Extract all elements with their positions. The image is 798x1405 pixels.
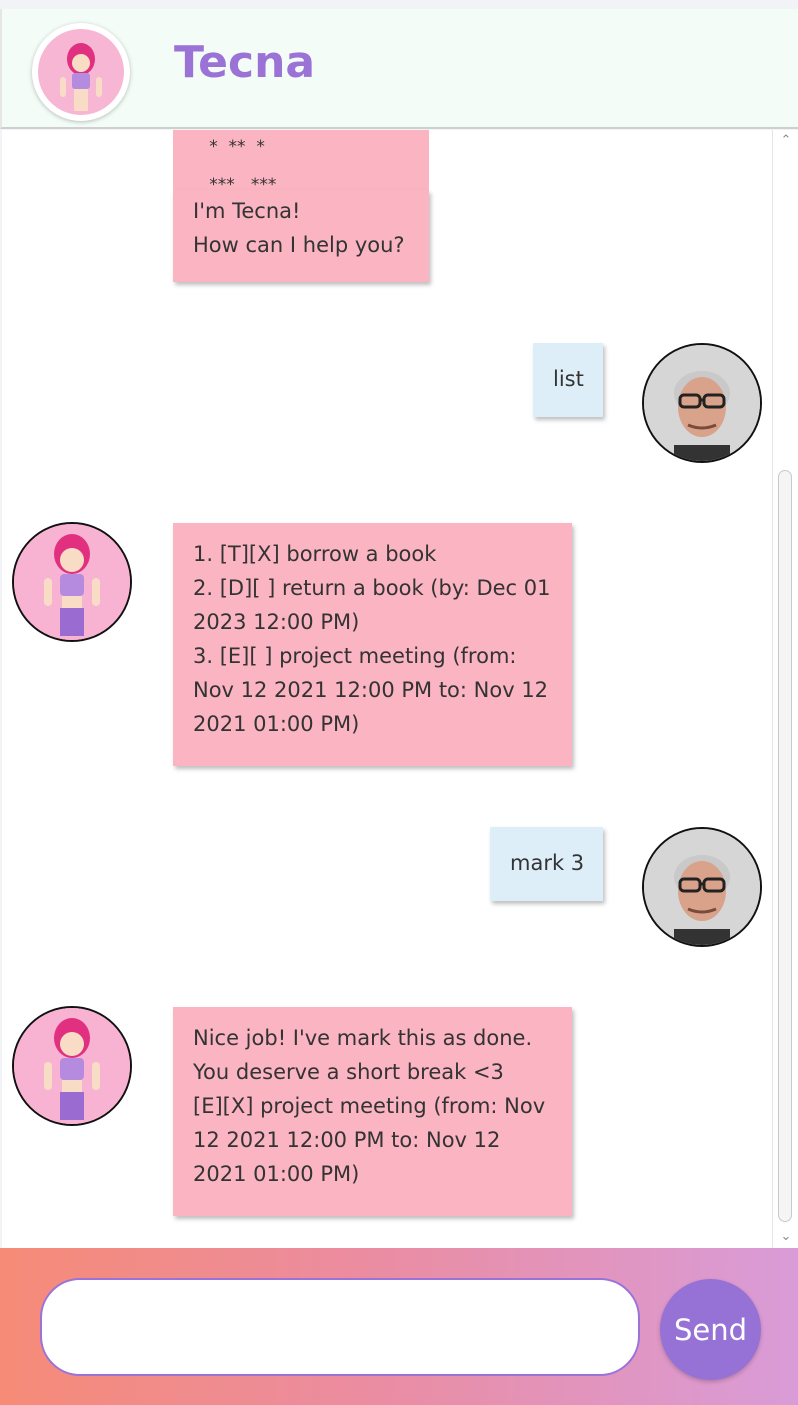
bot-message-bubble: * ** * *** ***	[173, 130, 429, 195]
send-button[interactable]: Send	[660, 1279, 761, 1380]
user-photo-avatar-icon	[642, 343, 762, 463]
bot-message-bubble: Nice job! I've mark this as done. You de…	[173, 1007, 572, 1216]
message-line: 2021 01:00 PM)	[193, 1162, 360, 1186]
fairy-avatar-icon	[12, 1006, 132, 1126]
user-message-bubble: list	[533, 343, 603, 417]
user-message-bubble: mark 3	[490, 827, 603, 901]
message-line: 12 2021 12:00 PM to: Nov 12	[193, 1128, 501, 1152]
window-top-strip	[0, 0, 798, 9]
chat-title: Tecna	[174, 37, 316, 88]
message-line: Nice job! I've mark this as done.	[193, 1026, 533, 1050]
message-line: 1. [T][X] borrow a book	[193, 542, 437, 566]
message-line: 2021 01:00 PM)	[193, 712, 360, 736]
message-line: How can I help you?	[193, 233, 405, 257]
message-line: I'm Tecna!	[193, 199, 301, 223]
message-line: You deserve a short break <3	[193, 1060, 504, 1084]
vertical-scrollbar[interactable]: ⌃ ⌄	[772, 130, 798, 1248]
scrollbar-thumb[interactable]	[778, 470, 792, 1222]
fairy-avatar-icon	[12, 522, 132, 642]
bot-message-bubble: I'm Tecna! How can I help you?	[173, 190, 429, 282]
message-line: mark 3	[510, 851, 585, 875]
fairy-avatar-icon	[32, 23, 130, 121]
bot-message-bubble: 1. [T][X] borrow a book 2. [D][ ] return…	[173, 523, 572, 766]
scroll-down-icon[interactable]: ⌄	[779, 1230, 793, 1244]
scroll-up-icon[interactable]: ⌃	[779, 134, 793, 148]
message-line: * ** *	[193, 137, 265, 157]
message-line: 2. [D][ ] return a book (by: Dec 01	[193, 576, 551, 600]
message-line: Nov 12 2021 12:00 PM to: Nov 12	[193, 678, 549, 702]
user-photo-avatar-icon	[642, 827, 762, 947]
chat-header: Tecna	[0, 9, 798, 129]
message-line: [E][X] project meeting (from: Nov	[193, 1094, 546, 1118]
chat-scroll-area[interactable]: * ** * *** *** I'm Tecna! How can I help…	[2, 130, 772, 1248]
message-line: 2023 12:00 PM)	[193, 610, 360, 634]
message-line: 3. [E][ ] project meeting (from:	[193, 644, 517, 668]
message-input[interactable]	[40, 1278, 640, 1376]
input-bar: Send	[0, 1248, 798, 1405]
message-line: list	[553, 367, 584, 391]
